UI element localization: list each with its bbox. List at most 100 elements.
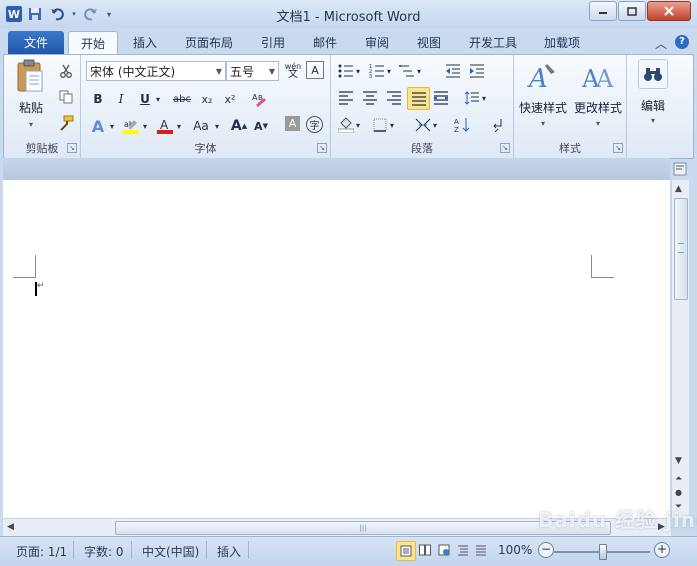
character-shading-icon[interactable]: A [285,116,300,131]
bullets-icon[interactable] [336,61,356,81]
styles-launcher-icon[interactable]: ↘ [613,143,623,153]
change-case-button[interactable]: Aa [189,116,213,136]
zoom-in-icon[interactable]: + [654,542,670,558]
format-painter-icon[interactable] [56,113,76,133]
increase-indent-icon[interactable] [467,61,487,81]
font-name-select[interactable]: 宋体 (中文正文) ▼ [86,61,226,81]
multilevel-list-icon[interactable] [397,61,417,81]
tab-review[interactable]: 审阅 [362,31,392,55]
help-icon[interactable]: ? [675,35,689,49]
document-body[interactable] [36,278,591,298]
cut-icon[interactable] [56,61,76,81]
text-effects-icon[interactable]: A [88,116,108,136]
close-button[interactable] [647,1,691,21]
editing-button[interactable]: 编辑 ▾ [633,59,673,125]
align-right-icon[interactable] [384,88,404,108]
scroll-down-icon[interactable]: ▼ [675,456,682,466]
maximize-button[interactable] [618,1,646,21]
subscript-button[interactable]: x₂ [197,89,217,109]
vertical-scrollbar[interactable]: ▲ ▼ ⏶ ● ⏷ [671,180,689,518]
view-ruler-icon[interactable] [673,162,687,176]
tab-home[interactable]: 开始 [68,31,118,56]
paragraph-launcher-icon[interactable]: ↘ [500,143,510,153]
quick-styles-button[interactable]: A 快速样式 ▾ [516,59,570,128]
shading-dropdown-icon[interactable]: ▾ [354,115,362,135]
minimize-button[interactable] [589,1,617,21]
borders-dropdown-icon[interactable]: ▾ [388,115,396,135]
web-layout-view-icon[interactable] [435,541,453,559]
change-case-dropdown-icon[interactable]: ▾ [212,116,222,136]
tab-mailings[interactable]: 邮件 [310,31,340,55]
underline-button[interactable]: U [135,89,155,109]
highlight-icon[interactable]: ab [121,116,141,136]
svg-text:A: A [160,118,169,132]
underline-dropdown-icon[interactable]: ▾ [153,89,163,109]
zoom-level[interactable]: 100% [498,543,532,557]
paste-dropdown-icon[interactable]: ▾ [10,120,52,129]
align-center-icon[interactable] [360,88,380,108]
chinese-layout-dropdown-icon[interactable]: ▾ [431,115,439,135]
decrease-indent-icon[interactable] [443,61,463,81]
tab-page-layout[interactable]: 页面布局 [183,31,235,55]
highlight-dropdown-icon[interactable]: ▾ [140,116,150,136]
line-spacing-icon[interactable] [462,88,482,108]
grow-font-button[interactable]: A ▲ [229,116,249,136]
insert-mode-indicator[interactable]: 插入 [217,543,241,560]
multilevel-dropdown-icon[interactable]: ▾ [415,61,423,81]
collapse-ribbon-icon[interactable]: ︿ [655,35,667,52]
change-styles-button[interactable]: AA 更改样式 ▾ [572,59,624,128]
tab-references[interactable]: 引用 [258,31,288,55]
tab-file[interactable]: 文件 [8,31,64,55]
draft-view-icon[interactable] [472,541,490,559]
numbering-icon[interactable]: 123 [367,61,387,81]
character-border-icon[interactable]: A [306,61,324,79]
clear-formatting-icon[interactable]: AB [249,89,269,109]
tab-addins[interactable]: 加载项 [542,31,582,55]
zoom-out-icon[interactable]: − [538,542,554,558]
tab-view[interactable]: 视图 [414,31,444,55]
shading-icon[interactable] [336,115,356,135]
text-effects-dropdown-icon[interactable]: ▾ [107,116,117,136]
full-screen-reading-view-icon[interactable] [416,541,434,559]
font-color-dropdown-icon[interactable]: ▾ [174,116,184,136]
zoom-slider-thumb[interactable] [599,544,607,560]
copy-icon[interactable] [56,87,76,107]
language-indicator[interactable]: 中文(中国) [142,543,199,560]
sort-icon[interactable]: AZ [452,115,472,135]
align-left-icon[interactable] [336,88,356,108]
document-page[interactable] [3,180,670,518]
strikethrough-button[interactable]: abc [170,89,194,109]
tab-insert[interactable]: 插入 [130,31,160,55]
page-count[interactable]: 页面: 1/1 [16,543,67,560]
font-size-select[interactable]: 五号 ▼ [226,61,279,81]
vertical-scroll-thumb[interactable] [674,198,688,300]
font-color-icon[interactable]: A [155,116,175,136]
bold-button[interactable]: B [88,89,108,109]
distributed-icon[interactable] [431,88,451,108]
horizontal-scroll-thumb[interactable]: ||| [115,521,611,535]
scroll-up-icon[interactable]: ▲ [675,184,682,194]
print-layout-view-icon[interactable] [396,541,416,561]
shrink-font-button[interactable]: A ▼ [251,116,271,136]
numbering-dropdown-icon[interactable]: ▾ [385,61,393,81]
enclose-characters-icon[interactable]: 字 [306,116,323,133]
paste-button[interactable]: 粘贴 ▾ [10,59,52,129]
outline-view-icon[interactable] [454,541,472,559]
previous-page-icon[interactable]: ⏶ [675,474,682,484]
word-count[interactable]: 字数: 0 [84,543,124,560]
chinese-layout-icon[interactable] [413,115,433,135]
justify-icon[interactable] [407,87,430,110]
italic-button[interactable]: I [111,89,131,109]
bullets-dropdown-icon[interactable]: ▾ [354,61,362,81]
borders-icon[interactable] [370,115,390,135]
scroll-left-icon[interactable]: ◀ [7,522,14,532]
font-launcher-icon[interactable]: ↘ [317,143,327,153]
change-styles-label: 更改样式 [573,101,622,115]
superscript-button[interactable]: x² [220,89,240,109]
phonetic-guide-icon[interactable]: wén 文 [283,61,303,81]
clipboard-launcher-icon[interactable]: ↘ [67,143,77,153]
line-spacing-dropdown-icon[interactable]: ▾ [480,88,488,108]
show-marks-icon[interactable] [488,115,508,135]
tab-developer[interactable]: 开发工具 [466,31,520,55]
browse-object-icon[interactable]: ● [675,488,682,497]
